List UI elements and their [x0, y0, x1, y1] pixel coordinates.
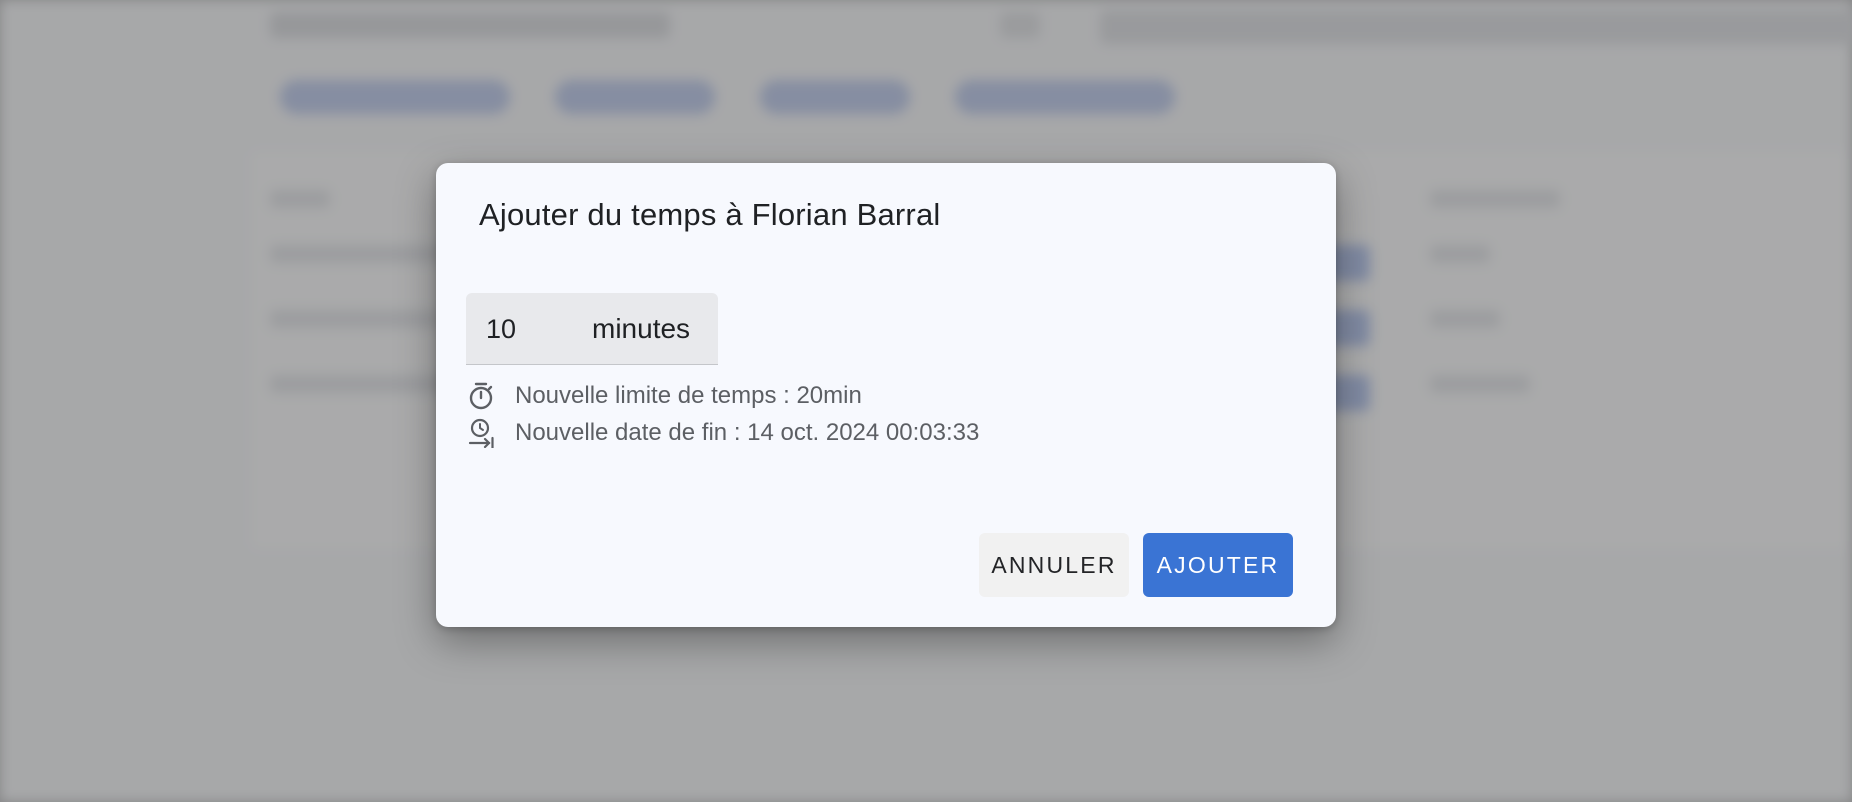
- cancel-button[interactable]: ANNULER: [979, 533, 1129, 597]
- duration-input[interactable]: [486, 311, 576, 347]
- new-end-date-text: Nouvelle date de fin : 14 oct. 2024 00:0…: [515, 419, 980, 446]
- duration-field[interactable]: minutes: [466, 293, 718, 365]
- new-end-date-info: Nouvelle date de fin : 14 oct. 2024 00:0…: [467, 418, 980, 450]
- add-time-dialog: Ajouter du temps à Florian Barral minute…: [436, 163, 1336, 627]
- schedule-send-icon: [467, 418, 495, 450]
- duration-unit-suffix: minutes: [592, 313, 691, 344]
- add-button[interactable]: AJOUTER: [1143, 533, 1293, 597]
- new-limit-info: Nouvelle limite de temps : 20min: [467, 381, 862, 411]
- new-limit-text: Nouvelle limite de temps : 20min: [515, 382, 862, 409]
- dialog-title: Ajouter du temps à Florian Barral: [479, 197, 941, 232]
- timer-icon: [467, 381, 495, 411]
